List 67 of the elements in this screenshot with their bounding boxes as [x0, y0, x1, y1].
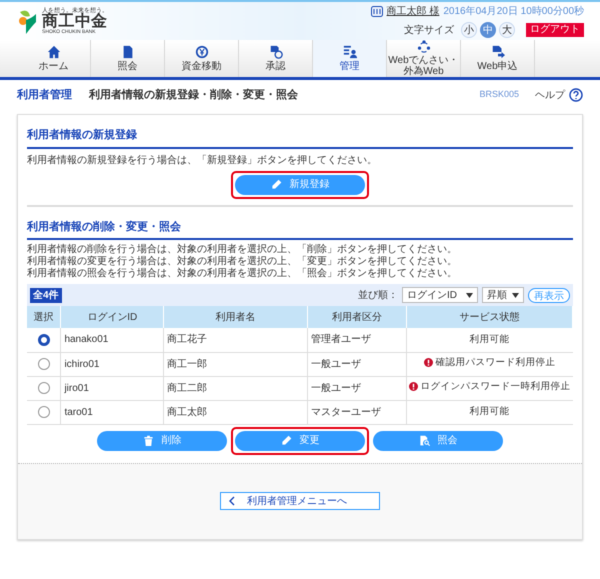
table-cell: 一般ユーザ	[308, 376, 406, 400]
column-header: サービス状態	[406, 306, 572, 328]
status-text: ログインパスワード一時利用停止	[420, 380, 570, 394]
pencil-icon	[280, 435, 292, 446]
status-text: 利用可能	[470, 405, 510, 420]
help-link[interactable]: ヘルプ	[535, 88, 583, 102]
instruction-text: 利用者情報の照会を行う場合は、対象の利用者を選択の上、「照会」ボタンを押してください。	[27, 268, 458, 280]
nav-tab[interactable]: 管理	[313, 40, 387, 77]
nav-tab[interactable]: 資金移動	[165, 40, 239, 77]
column-header: 選択	[27, 306, 61, 328]
datetime-text: 2016年04月20日 10時00分00秒	[443, 4, 584, 19]
dropdown-caret-icon	[466, 292, 473, 298]
table-cell: jiro01	[60, 376, 164, 400]
sort-field-select[interactable]: ログインID	[402, 287, 478, 303]
yen-circle-icon	[194, 45, 208, 59]
logo-icon	[16, 8, 38, 34]
status-text: 利用可能	[470, 333, 510, 348]
status-text: 確認用パスワード利用停止	[436, 356, 556, 370]
user-name-link[interactable]: 商工太郎 様	[386, 4, 440, 19]
screen-code: BRSK005	[479, 88, 519, 102]
table-cell: hanako01	[60, 328, 164, 352]
column-header: ログインID	[60, 306, 164, 328]
instruction-text: 利用者情報の新規登録を行う場合は、「新規登録」ボタンを押してください。	[27, 154, 378, 168]
radio-button[interactable]	[38, 406, 50, 418]
column-header: 利用者区分	[308, 306, 406, 328]
column-header: 利用者名	[164, 306, 308, 328]
table-cell: taro01	[60, 400, 164, 424]
count-badge: 全4件	[30, 288, 62, 302]
table-cell: 商工一郎	[164, 352, 308, 376]
table-cell: 商工二郎	[164, 376, 308, 400]
radio-button[interactable]	[38, 358, 50, 370]
instruction-text: 利用者情報の変更を行う場合は、対象の利用者を選択の上、「変更」ボタンを押してください。	[27, 256, 458, 268]
sort-order-select[interactable]: 昇順	[482, 287, 524, 303]
instruction-text: 利用者情報の削除を行う場合は、対象の利用者を選択の上、「削除」ボタンを押してください。	[27, 244, 458, 256]
font-size-label: 文字サイズ	[404, 24, 454, 38]
user-list-icon	[342, 45, 356, 59]
font-size-button[interactable]: 小	[461, 22, 477, 38]
section-heading: 利用者情報の新規登録	[27, 127, 573, 148]
table-cell: 商工花子	[164, 328, 308, 352]
page-title: 利用者情報の新規登録・削除・変更・照会	[89, 88, 299, 103]
logo-name: 商工中金	[42, 14, 108, 30]
radio-button[interactable]	[38, 334, 50, 346]
table-cell: マスターユーザ	[308, 400, 406, 424]
table-cell: 管理者ユーザ	[308, 328, 406, 352]
trash-icon	[142, 435, 154, 446]
logout-button[interactable]: ログアウト	[526, 23, 584, 37]
nav-tab[interactable]: Web申込	[461, 40, 535, 77]
back-button[interactable]: 利用者管理メニューへ	[220, 492, 380, 510]
home-icon	[46, 45, 60, 59]
section-title: 利用者管理	[17, 88, 73, 103]
chevron-left-icon	[229, 496, 235, 506]
table-cell: ichiro01	[60, 352, 164, 376]
dropdown-caret-icon	[512, 292, 519, 298]
radio-button[interactable]	[38, 382, 50, 394]
document-icon	[120, 45, 134, 59]
sort-label: 並び順：	[358, 288, 398, 302]
font-size-button[interactable]: 大	[499, 22, 515, 38]
help-icon	[569, 88, 583, 102]
pencil-icon	[270, 179, 282, 190]
nav-tab[interactable]: Webでんさい・外為Web	[387, 40, 461, 77]
nav-tab[interactable]: 照会	[91, 40, 165, 77]
document-search-icon	[418, 435, 430, 446]
table-cell: 一般ユーザ	[308, 352, 406, 376]
section-heading: 利用者情報の削除・変更・照会	[27, 218, 573, 240]
nav-tab[interactable]: ホーム	[17, 40, 91, 77]
table-cell: 商工太郎	[164, 400, 308, 424]
document-arrow-icon	[490, 45, 504, 59]
